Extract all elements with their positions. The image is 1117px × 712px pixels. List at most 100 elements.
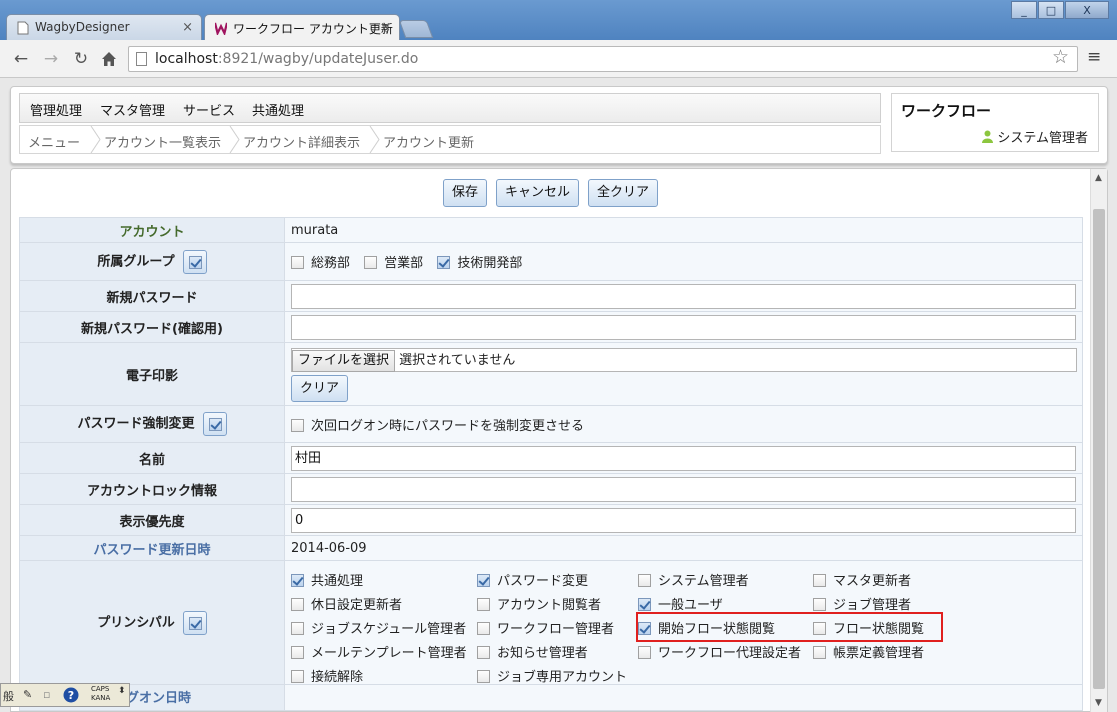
checkbox[interactable]	[364, 256, 378, 269]
ime-expand-icon[interactable]: ⬍	[118, 686, 126, 696]
choose-file-button[interactable]: ファイルを選択	[292, 350, 396, 372]
principal-option[interactable]: 接続解除	[291, 666, 363, 685]
checkbox[interactable]	[291, 418, 304, 432]
principal-option[interactable]: ワークフロー管理者	[477, 618, 614, 637]
checkbox[interactable]	[477, 645, 490, 659]
checkbox[interactable]	[638, 597, 651, 611]
checkbox[interactable]	[638, 645, 651, 659]
forward-arrow-icon[interactable]: →	[40, 48, 62, 70]
priority-input[interactable]: 0	[291, 507, 1076, 533]
address-bar[interactable]: localhost:8921/wagby/updateJuser.do	[128, 46, 1078, 72]
principal-option[interactable]: お知らせ管理者	[477, 642, 588, 661]
wagby-logo-icon	[215, 22, 227, 35]
checkbox[interactable]	[291, 256, 304, 269]
checkbox[interactable]	[813, 573, 826, 587]
option-label: ジョブスケジュール管理者	[311, 621, 467, 637]
principal-option[interactable]: ジョブ管理者	[813, 594, 911, 613]
tab-close-icon[interactable]: ×	[380, 20, 391, 35]
checkbox[interactable]	[291, 645, 304, 659]
breadcrumb-account-list[interactable]: アカウント一覧表示	[104, 132, 221, 151]
checkbox[interactable]	[437, 256, 451, 269]
new-password-input[interactable]	[291, 283, 1076, 309]
new-password-confirm-label: 新規パスワード(確認用)	[19, 311, 285, 343]
checkbox[interactable]	[291, 669, 304, 683]
principal-option[interactable]: ジョブスケジュール管理者	[291, 618, 466, 637]
clear-all-button[interactable]: 全クリア	[588, 179, 659, 207]
window-controls: _ □ X	[1011, 1, 1109, 19]
checkbox[interactable]	[291, 621, 304, 635]
menu-item-common[interactable]: 共通処理	[252, 100, 304, 119]
main-panel: 保存 キャンセル 全クリア アカウント murata 所属グループ 総務部 営業…	[10, 168, 1108, 712]
checkbox[interactable]	[813, 597, 826, 611]
checkbox[interactable]	[477, 573, 490, 587]
maximize-button[interactable]: □	[1038, 1, 1064, 19]
option-label: 営業部	[384, 256, 424, 271]
scroll-up-arrow-icon[interactable]: ▲	[1095, 173, 1102, 183]
principal-option[interactable]: ジョブ専用アカウント	[477, 666, 627, 685]
name-input[interactable]: 村田	[291, 445, 1076, 471]
ime-mode[interactable]: 般	[3, 688, 14, 704]
force-change-toggle-button[interactable]	[202, 412, 227, 436]
browser-toolbar: ← → ↻ localhost:8921/wagby/updateJuser.d…	[0, 40, 1117, 78]
new-tab-button[interactable]	[398, 20, 434, 38]
cancel-button[interactable]: キャンセル	[496, 179, 580, 207]
checkbox[interactable]	[477, 621, 490, 635]
new-password-confirm-input[interactable]	[291, 314, 1076, 340]
principal-option[interactable]: アカウント閲覧者	[477, 594, 601, 613]
force-change-option[interactable]: 次回ログオン時にパスワードを強制変更させる	[291, 415, 584, 434]
group-option-engineering[interactable]: 技術開発部	[437, 252, 522, 271]
principal-select-all-button[interactable]	[182, 610, 207, 635]
breadcrumb-menu[interactable]: メニュー	[28, 132, 80, 151]
browser-tab-wagbydesigner[interactable]: WagbyDesigner ×	[6, 14, 202, 41]
seal-clear-button[interactable]: クリア	[291, 375, 349, 402]
checkbox-icon	[188, 616, 202, 630]
option-label: 次回ログオン時にパスワードを強制変更させる	[311, 418, 585, 434]
account-label: アカウント	[19, 217, 285, 243]
help-icon[interactable]: ?	[63, 687, 79, 706]
checkbox[interactable]	[477, 597, 490, 611]
menu-item-admin[interactable]: 管理処理	[30, 100, 82, 119]
checkbox-icon	[208, 418, 222, 431]
principal-option[interactable]: 帳票定義管理者	[813, 642, 924, 661]
principal-option[interactable]: 共通処理	[291, 570, 363, 589]
checkbox[interactable]	[813, 645, 826, 659]
save-button[interactable]: 保存	[443, 179, 488, 207]
checkbox[interactable]	[477, 669, 490, 683]
group-option-general-affairs[interactable]: 総務部	[291, 252, 350, 271]
principal-option[interactable]: 休日設定更新者	[291, 594, 402, 613]
checkbox[interactable]	[638, 573, 651, 587]
menu-item-master[interactable]: マスタ管理	[100, 100, 165, 119]
group-select-all-button[interactable]	[182, 249, 207, 274]
checkbox[interactable]	[291, 573, 304, 587]
home-icon[interactable]	[98, 48, 120, 70]
browser-titlebar: WagbyDesigner × ワークフロー アカウント更新 × _ □ X	[0, 0, 1117, 41]
tab-close-icon[interactable]: ×	[182, 20, 193, 35]
back-arrow-icon[interactable]: ←	[10, 48, 32, 70]
group-option-sales[interactable]: 営業部	[364, 252, 423, 271]
bookmark-star-icon[interactable]: ☆	[1052, 46, 1069, 68]
principal-option[interactable]: マスタ更新者	[813, 570, 911, 589]
lock-info-input[interactable]	[291, 476, 1076, 502]
option-label: マスタ更新者	[833, 573, 912, 589]
principal-option[interactable]: ワークフロー代理設定者	[638, 642, 801, 661]
page-scrollbar[interactable]: ▲ ▼	[1090, 169, 1107, 712]
principal-option[interactable]: 一般ユーザ	[638, 594, 723, 613]
reload-icon[interactable]: ↻	[70, 48, 92, 70]
browser-menu-icon[interactable]: ≡	[1087, 47, 1101, 67]
option-label: 共通処理	[311, 573, 364, 589]
browser-tab-workflow[interactable]: ワークフロー アカウント更新 ×	[204, 14, 400, 41]
checkbox[interactable]	[291, 597, 304, 611]
minimize-button[interactable]: _	[1011, 1, 1037, 19]
ime-pen-icon[interactable]: ✎	[23, 688, 32, 701]
menu-item-service[interactable]: サービス	[183, 100, 235, 119]
close-window-button[interactable]: X	[1065, 1, 1109, 19]
breadcrumb-account-detail[interactable]: アカウント詳細表示	[243, 132, 360, 151]
principal-option[interactable]: メールテンプレート管理者	[291, 642, 467, 661]
principal-option[interactable]: システム管理者	[638, 570, 749, 589]
scroll-thumb[interactable]	[1093, 209, 1105, 689]
file-status: 選択されていません	[399, 353, 516, 368]
lock-info-label: アカウントロック情報	[19, 473, 285, 505]
principal-option[interactable]: パスワード変更	[477, 570, 588, 589]
scroll-down-arrow-icon[interactable]: ▼	[1095, 698, 1102, 708]
checkbox-icon	[188, 255, 202, 269]
